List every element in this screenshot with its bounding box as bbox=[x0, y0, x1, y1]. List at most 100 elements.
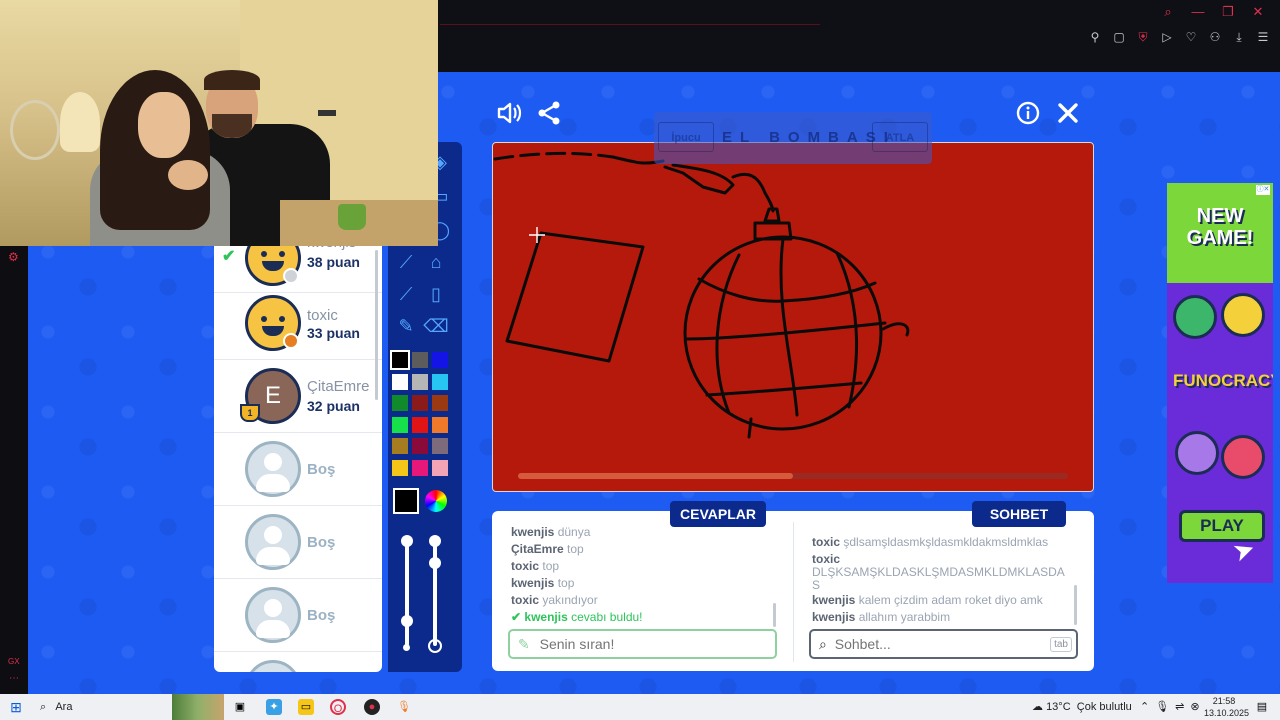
close-game-icon[interactable] bbox=[1056, 101, 1080, 131]
color-swatch[interactable] bbox=[432, 373, 448, 390]
answer-message: toxic top bbox=[511, 559, 560, 573]
file-explorer-icon[interactable]: ▭ bbox=[298, 699, 314, 715]
player-row[interactable]: E 1 ÇitaEmre 32 puan bbox=[214, 360, 382, 433]
color-swatch[interactable] bbox=[392, 438, 408, 454]
answer-input[interactable]: ✎ bbox=[508, 629, 777, 659]
notification-icon[interactable]: ▤ bbox=[1254, 699, 1270, 715]
tab-indicator-line bbox=[440, 24, 820, 25]
windows-start-icon[interactable]: ⊞ bbox=[8, 699, 24, 715]
hint-word: EL BOMBASI bbox=[722, 129, 896, 146]
search-highlight-image bbox=[172, 694, 224, 720]
color-swatch[interactable] bbox=[432, 416, 448, 433]
task-view-icon[interactable]: ▣ bbox=[232, 699, 248, 715]
opera-gx-icon[interactable]: O bbox=[330, 699, 346, 715]
player-row: Boş bbox=[214, 506, 382, 579]
system-tray-icons[interactable]: ⌃🎙⇌⊗ bbox=[1140, 698, 1206, 716]
empty-slot-label: Boş bbox=[307, 534, 336, 551]
small-brush-icon[interactable] bbox=[403, 644, 410, 651]
eraser-icon[interactable]: ⌫ bbox=[422, 312, 450, 340]
color-swatch[interactable] bbox=[392, 373, 408, 390]
microphone-app-icon[interactable]: 🎙 bbox=[396, 699, 412, 715]
window-controls: ⌕ — ❐ ✕ bbox=[1160, 4, 1266, 20]
player-list-scrollbar[interactable] bbox=[375, 250, 378, 400]
menu-icon[interactable]: ☰ bbox=[1256, 30, 1270, 45]
clock[interactable]: 21:58 13.10.2025 bbox=[1204, 695, 1249, 719]
hint-button[interactable]: İpucu bbox=[658, 122, 714, 152]
player-row: Boş bbox=[214, 433, 382, 506]
ad-close-icon[interactable]: ⓘ✕ bbox=[1256, 185, 1270, 195]
skip-button[interactable]: ATLA bbox=[872, 122, 928, 152]
color-swatch[interactable] bbox=[412, 395, 428, 411]
shield-icon[interactable]: ⛨ bbox=[1136, 30, 1150, 45]
download-icon[interactable]: ⤓ bbox=[1232, 30, 1246, 45]
chat-input-field[interactable] bbox=[834, 636, 1035, 652]
player-score: 38 puan bbox=[307, 254, 360, 270]
pin-icon[interactable]: ⚲ bbox=[1088, 30, 1102, 45]
gx-label[interactable]: GX bbox=[8, 657, 20, 666]
crosshair-cursor-icon bbox=[529, 227, 545, 243]
answer-message: toxic yakındıyor bbox=[511, 593, 598, 607]
snapshot-icon[interactable]: ▢ bbox=[1112, 30, 1126, 45]
empty-slot-label: Boş bbox=[307, 607, 336, 624]
color-swatch[interactable] bbox=[392, 459, 408, 476]
minimize-icon[interactable]: — bbox=[1190, 4, 1206, 20]
color-swatch[interactable] bbox=[432, 459, 448, 476]
slider-knob[interactable] bbox=[429, 557, 441, 569]
color-swatch[interactable] bbox=[432, 395, 448, 411]
slider-knob[interactable] bbox=[429, 535, 441, 547]
color-swatch[interactable] bbox=[390, 350, 410, 370]
tab-hint: tab bbox=[1050, 637, 1072, 652]
info-icon[interactable] bbox=[1016, 101, 1040, 131]
color-swatch[interactable] bbox=[412, 416, 428, 433]
page-icon[interactable]: ▯ bbox=[422, 280, 450, 308]
slider-knob[interactable] bbox=[401, 535, 413, 547]
settings-icon[interactable]: ⚙ bbox=[8, 250, 19, 264]
color-swatch[interactable] bbox=[412, 438, 428, 454]
player-list: ✔ kwenjis 38 puan toxic 33 puan E 1 Çita… bbox=[214, 246, 382, 672]
player-row[interactable]: ✔ kwenjis 38 puan bbox=[214, 246, 382, 293]
app-icon[interactable]: ● bbox=[364, 699, 380, 715]
color-swatch[interactable] bbox=[432, 438, 448, 454]
drawing-canvas[interactable] bbox=[492, 142, 1094, 492]
chat-message: kwenjis allahım yarabbim bbox=[812, 610, 951, 624]
large-brush-icon[interactable] bbox=[428, 639, 442, 653]
ad-headline: NEW GAME! bbox=[1186, 205, 1254, 249]
ad-banner[interactable]: ⓘ✕ NEW GAME! FUNOCRACY PLAY ➤ bbox=[1167, 183, 1273, 583]
webcam-overlay bbox=[0, 0, 438, 246]
answer-input-field[interactable] bbox=[539, 636, 760, 652]
speaker-icon[interactable] bbox=[496, 100, 522, 132]
ad-play-button[interactable]: PLAY bbox=[1179, 510, 1265, 542]
heart-icon[interactable]: ♡ bbox=[1184, 30, 1198, 45]
search-icon[interactable]: ⌕ bbox=[1160, 4, 1176, 20]
ad-brand: FUNOCRACY bbox=[1173, 371, 1273, 390]
weather-widget[interactable]: ☁ 13°C Çok bulutlu bbox=[1032, 698, 1132, 716]
close-icon[interactable]: ✕ bbox=[1250, 4, 1266, 20]
line-icon[interactable]: ⟋ bbox=[392, 248, 420, 276]
color-swatch[interactable] bbox=[392, 416, 408, 433]
color-swatch[interactable] bbox=[432, 352, 448, 368]
chat-input[interactable]: ⌕ tab bbox=[809, 629, 1078, 659]
bucket-icon[interactable]: ⌂ bbox=[422, 248, 450, 276]
slider-knob[interactable] bbox=[401, 615, 413, 627]
color-wheel-icon[interactable] bbox=[425, 490, 447, 512]
restore-icon[interactable]: ❐ bbox=[1220, 4, 1236, 20]
pen-icon[interactable]: ✎ bbox=[392, 312, 420, 340]
ad-character-icon bbox=[1173, 295, 1217, 339]
share-icon[interactable] bbox=[537, 100, 561, 132]
account-icon[interactable]: ⚇ bbox=[1208, 30, 1222, 45]
color-swatch[interactable] bbox=[412, 373, 428, 390]
color-swatch[interactable] bbox=[412, 459, 428, 476]
color-swatch[interactable] bbox=[392, 395, 408, 411]
eyedropper-icon[interactable]: ⟋ bbox=[392, 280, 420, 308]
more-icon[interactable]: ⋯ bbox=[9, 673, 19, 684]
taskbar-search[interactable]: ⌕ Ara bbox=[40, 698, 72, 716]
current-color-swatch[interactable] bbox=[393, 488, 419, 514]
copilot-icon[interactable]: ✦ bbox=[266, 699, 282, 715]
play-icon[interactable]: ▷ bbox=[1160, 30, 1174, 45]
chat-scrollbar[interactable] bbox=[1074, 585, 1077, 625]
ad-character-icon bbox=[1221, 293, 1265, 337]
player-row[interactable]: toxic 33 puan bbox=[214, 287, 382, 360]
color-swatch[interactable] bbox=[412, 352, 428, 368]
brush-size-slider[interactable] bbox=[405, 542, 409, 646]
answers-scrollbar[interactable] bbox=[773, 603, 776, 627]
